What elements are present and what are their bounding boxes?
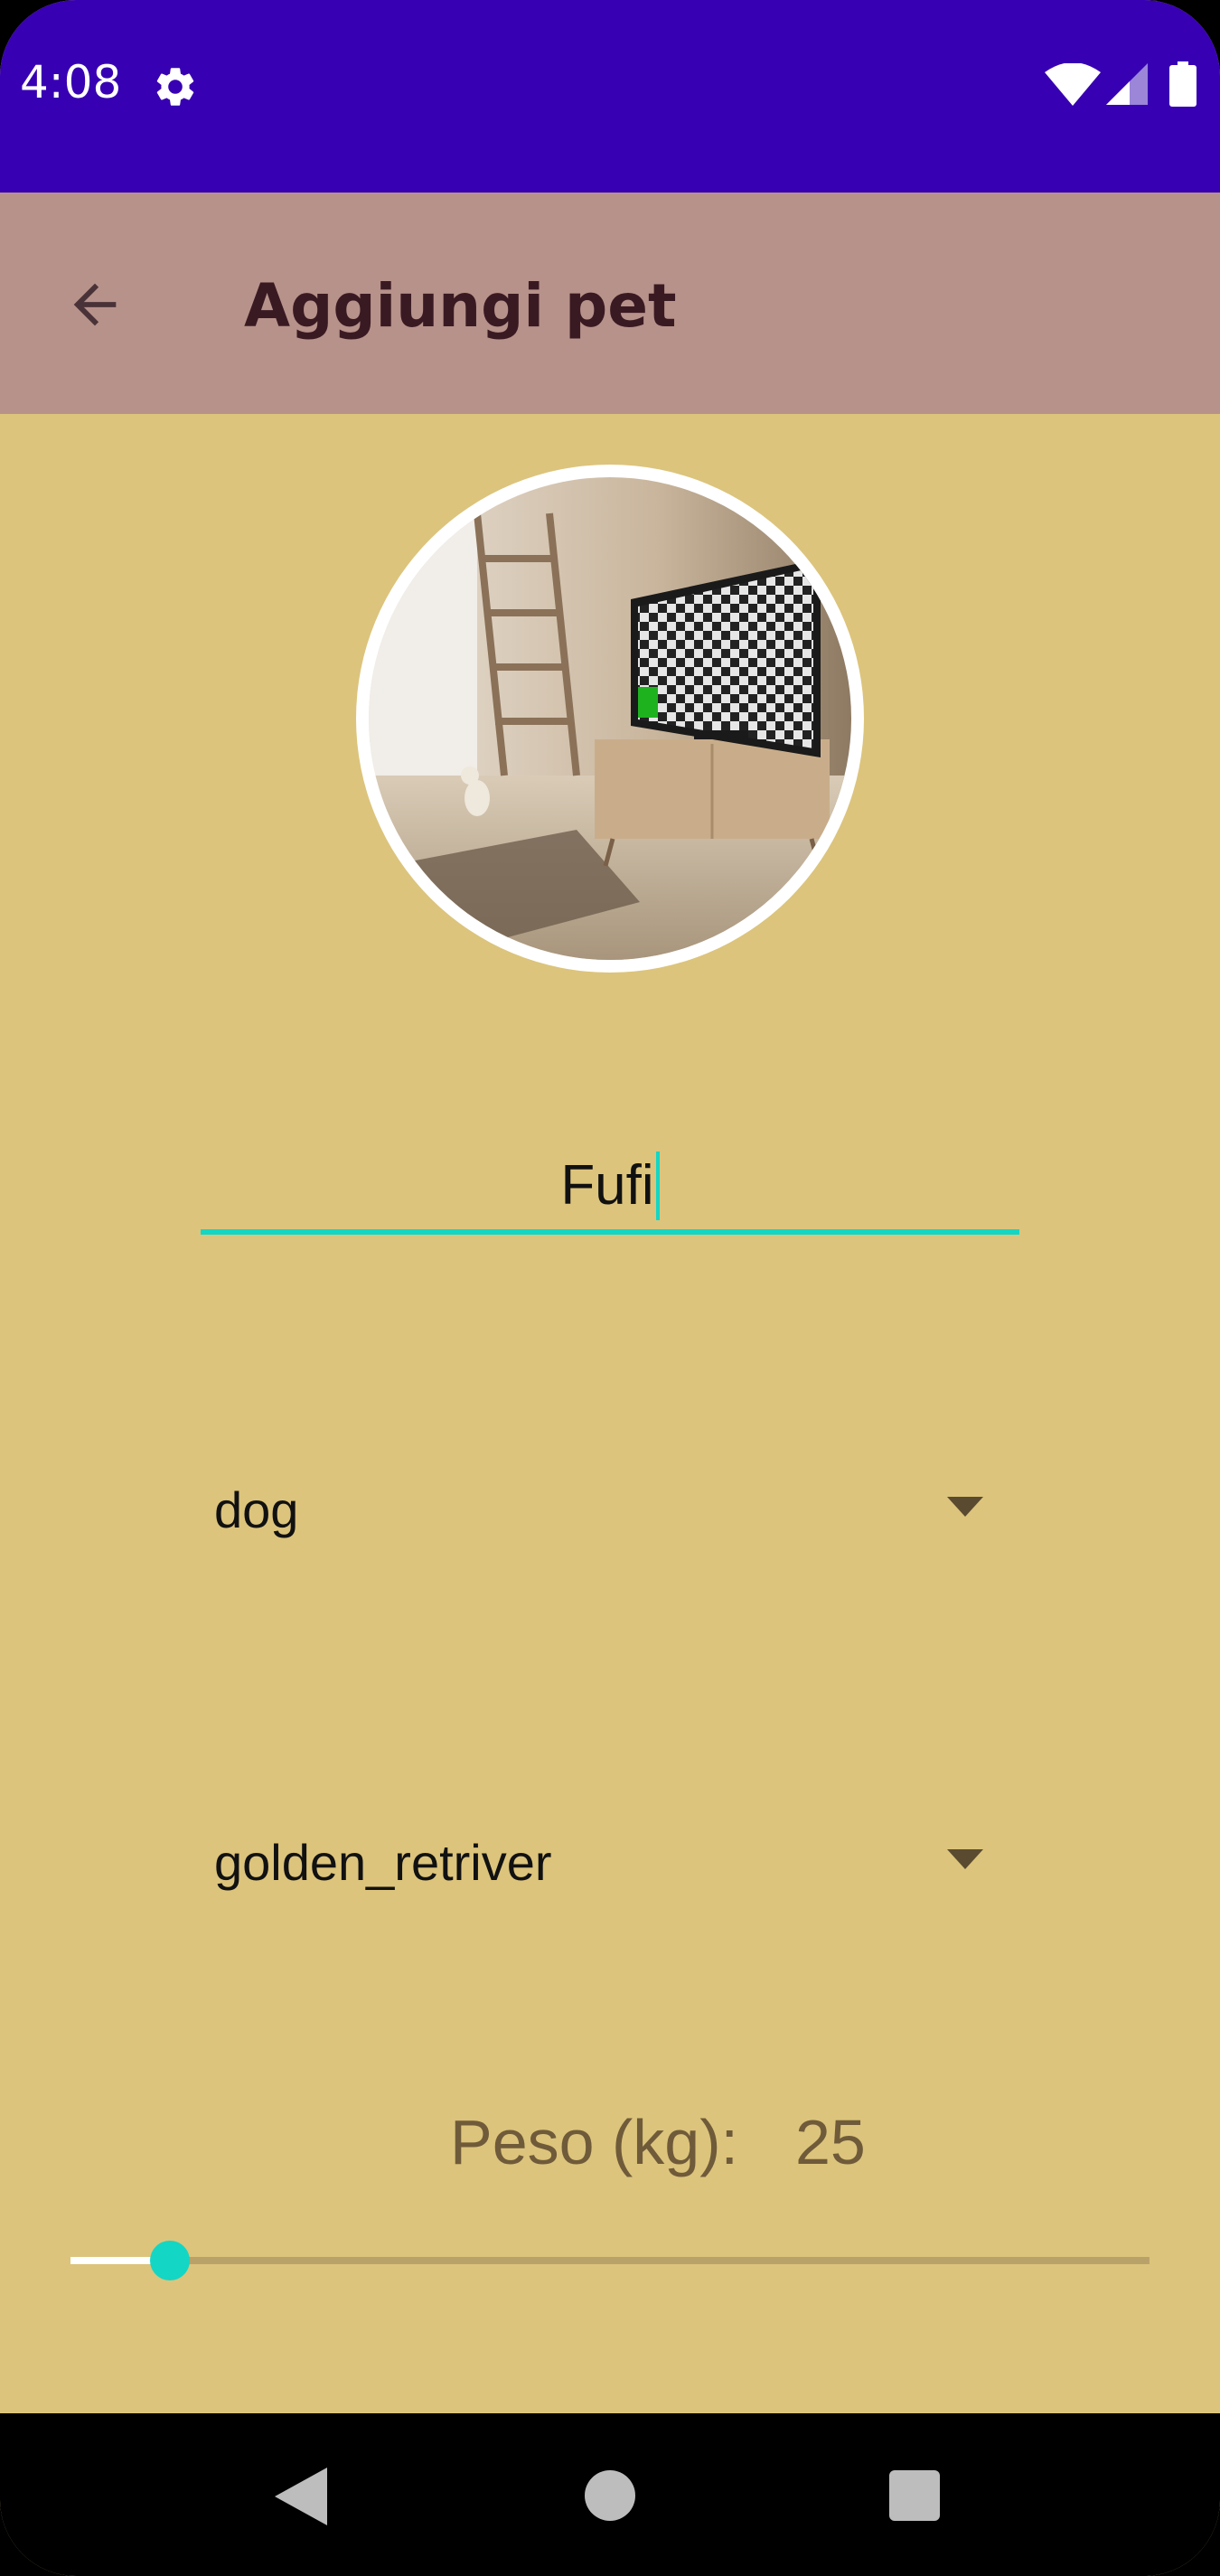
battery-icon [1169, 61, 1197, 107]
weight-label: Peso (kg): [450, 2107, 738, 2177]
text-caret [655, 1151, 660, 1220]
species-dropdown[interactable]: dog [201, 1455, 983, 1555]
settings-icon [156, 68, 194, 106]
weight-display: Peso (kg): 25 [0, 2106, 1220, 2187]
weight-slider[interactable] [70, 2229, 1150, 2292]
nav-home-icon[interactable] [585, 2470, 635, 2521]
dropdown-arrow-icon [947, 1497, 983, 1517]
wifi-icon [1045, 63, 1101, 106]
arrow-back-icon [73, 283, 117, 326]
input-underline [201, 1229, 1019, 1235]
nav-recents-icon[interactable] [889, 2470, 940, 2521]
status-bar: 4:08 [0, 0, 1220, 193]
dropdown-arrow-icon [947, 1849, 983, 1869]
pet-name-input[interactable]: Fufi [201, 1130, 1019, 1238]
status-time: 4:08 [20, 56, 122, 108]
nav-back-icon[interactable] [275, 2468, 327, 2525]
page-title: Aggiungi pet [244, 271, 677, 341]
slider-thumb[interactable] [149, 2241, 190, 2280]
species-selected: dog [214, 1481, 299, 1538]
breed-dropdown[interactable]: golden_retriver [201, 1808, 983, 1907]
pet-name-text: Fufi [201, 1151, 1019, 1220]
back-button[interactable] [54, 264, 136, 345]
weight-value: 25 [795, 2107, 866, 2177]
slider-track [70, 2257, 1150, 2264]
app-screen: 4:08 Aggiungi pet Fufi dog golden_retriv… [0, 0, 1220, 2576]
breed-selected: golden_retriver [214, 1834, 552, 1891]
cell-signal-icon [1106, 63, 1148, 105]
pet-photo [369, 477, 851, 960]
pet-avatar[interactable] [356, 465, 864, 973]
